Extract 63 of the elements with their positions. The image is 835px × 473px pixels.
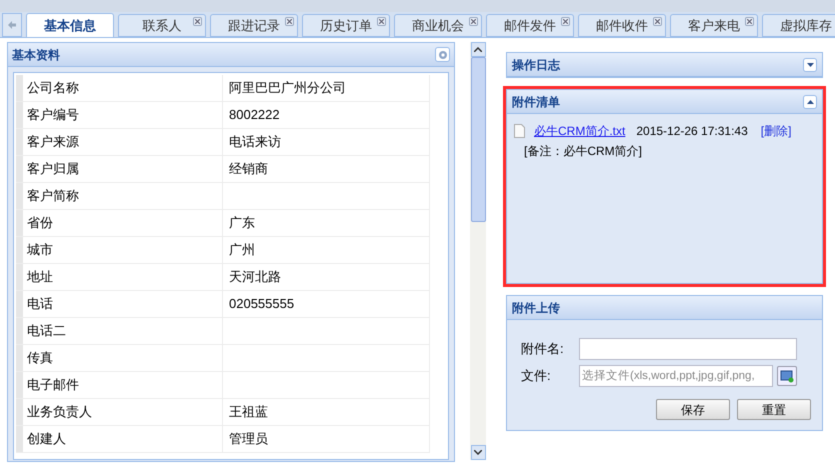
form-button[interactable]: 保存	[656, 399, 730, 420]
field-label: 业务负责人	[23, 399, 223, 425]
field-value: 王祖蓝	[223, 399, 430, 425]
close-icon[interactable]	[193, 17, 202, 26]
tab[interactable]: 邮件发件	[486, 14, 574, 37]
field-value: 经销商	[223, 156, 430, 182]
close-icon[interactable]	[469, 17, 478, 26]
field-label: 客户编号	[23, 102, 223, 128]
field-label: 地址	[23, 264, 223, 290]
form-button[interactable]: 重置	[737, 399, 811, 420]
tab[interactable]: 客户来电	[670, 14, 758, 37]
panel-title: 附件清单	[512, 94, 560, 110]
field-label: 城市	[23, 237, 223, 263]
scroll-thumb[interactable]	[470, 57, 486, 222]
panel-title: 附件上传	[512, 300, 560, 316]
field-label: 电话	[23, 291, 223, 317]
tab[interactable]: 联系人	[118, 14, 206, 37]
browse-file-icon[interactable]	[777, 366, 797, 386]
document-icon	[514, 124, 525, 138]
field-label: 传真	[23, 345, 223, 371]
field-label: 客户来源	[23, 129, 223, 155]
field-value: 8002222	[223, 102, 430, 128]
tab[interactable]: 基本信息	[26, 13, 114, 38]
field-label: 客户归属	[23, 156, 223, 182]
upload-time: 2015-12-26 17:31:43	[636, 123, 748, 140]
field-label: 公司名称	[23, 75, 223, 101]
close-icon[interactable]	[377, 17, 386, 26]
file-input[interactable]: 选择文件(xls,word,ppt,jpg,gif,png,	[579, 365, 773, 387]
close-icon[interactable]	[285, 17, 294, 26]
tab[interactable]: 商业机会	[394, 14, 482, 37]
scroll-down-icon[interactable]	[470, 445, 486, 460]
field-value: 020555555	[223, 291, 430, 317]
tab[interactable]: 虚拟库存	[762, 14, 835, 37]
settings-icon[interactable]	[435, 47, 450, 62]
close-icon[interactable]	[561, 17, 570, 26]
field-value: 阿里巴巴广州分公司	[223, 75, 430, 101]
field-label: 创建人	[23, 426, 223, 452]
file-link[interactable]: 必牛CRM简介.txt	[534, 122, 626, 140]
field-value: 广东	[223, 210, 430, 236]
tab[interactable]: 邮件收件	[578, 14, 666, 37]
tab[interactable]: 历史订单	[302, 14, 390, 37]
panel-title: 操作日志	[512, 56, 560, 74]
name-input[interactable]	[579, 338, 797, 360]
field-label: 附件名:	[521, 340, 565, 358]
field-label: 文件:	[521, 367, 552, 386]
tab[interactable]: 跟进记录	[210, 14, 298, 37]
field-value: 电话来访	[223, 129, 430, 155]
attachment-note: [备注：必牛CRM简介]	[524, 143, 642, 160]
panel-title: 基本资料	[12, 46, 60, 64]
field-label: 省份	[23, 210, 223, 236]
field-value: 管理员	[223, 426, 430, 452]
field-label: 客户简称	[23, 183, 223, 209]
field-value: 天河北路	[223, 264, 430, 290]
scrollbar[interactable]	[470, 42, 486, 460]
close-icon[interactable]	[653, 17, 662, 26]
field-value: 广州	[223, 237, 430, 263]
field-label: 电话二	[23, 318, 223, 344]
expand-icon[interactable]	[803, 58, 817, 72]
field-label: 电子邮件	[23, 372, 223, 398]
scroll-up-icon[interactable]	[470, 42, 486, 57]
close-icon[interactable]	[745, 17, 754, 26]
collapse-icon[interactable]	[803, 94, 817, 108]
delete-link[interactable]: [删除]	[760, 122, 792, 140]
